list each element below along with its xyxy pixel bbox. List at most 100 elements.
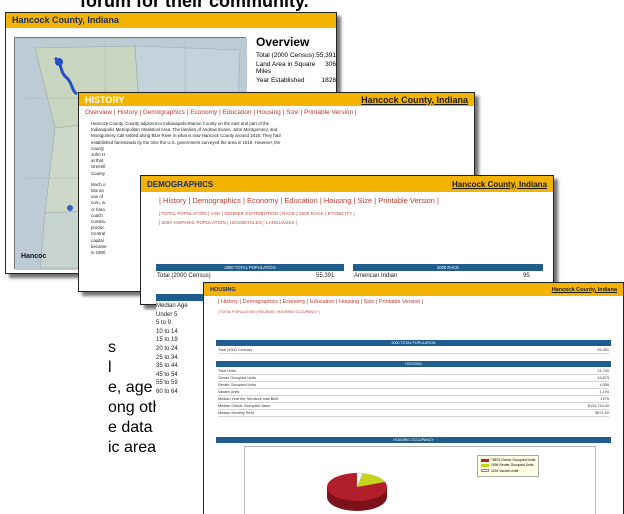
- overview-label: Year Established: [256, 77, 305, 84]
- nav-printable[interactable]: Printable Version: [304, 109, 353, 116]
- map-caption: Hancoc: [21, 253, 47, 260]
- age-label: Median Age: [156, 303, 188, 309]
- subnav-link[interactable]: LANGUAGES: [266, 220, 295, 225]
- age-label: 45 to 54: [156, 371, 178, 378]
- age-label: 55 to 59: [156, 380, 178, 387]
- demographics-subnav: | TOTAL POPULATION | AGE | GENDER DISTRI…: [159, 211, 355, 216]
- row-value: $124,744.00: [587, 404, 609, 408]
- subnav-link[interactable]: HOUSEHOLDS: [230, 220, 262, 225]
- housing-nav: | History | Demographics | Economy | Edu…: [218, 299, 424, 305]
- demographics-title: DEMOGRAPHICS: [147, 179, 214, 189]
- race-header: 2000 RACE: [353, 264, 543, 271]
- total-population-header: 2000 TOTAL POPULATION: [156, 264, 344, 271]
- age-label: 5 to 9: [156, 320, 172, 327]
- housing-header: HOUSING: [216, 361, 611, 367]
- total-population-value: 55,391: [316, 273, 335, 279]
- legend-label: 1896 Renter Occupied Units: [491, 463, 534, 468]
- subnav-link[interactable]: RACE: [282, 211, 295, 216]
- row-value: 4,058: [599, 383, 609, 387]
- overview-value: 1828: [321, 77, 336, 84]
- overview-value: 55,391: [316, 52, 336, 59]
- age-label: 35 to 44: [156, 363, 178, 370]
- population-row: Total (2000 Census) 55,391: [218, 348, 609, 354]
- housing-subnav: | TOTAL POPULATION | HOUSING | HOUSING O…: [218, 310, 320, 314]
- nav-housing[interactable]: Housing: [324, 196, 352, 205]
- age-label: 15 to 19: [156, 337, 178, 344]
- nav-history[interactable]: History: [221, 299, 238, 305]
- housing-title-bar: HOUSING Hancock County, Indiana: [204, 283, 623, 296]
- row-value: 16,873: [597, 376, 609, 380]
- subnav-link[interactable]: TOTAL POPULATION: [162, 211, 207, 216]
- demographics-county-link[interactable]: Hancock County, Indiana: [452, 180, 547, 189]
- housing-card: HOUSING Hancock County, Indiana | Histor…: [203, 282, 624, 514]
- demographics-title-bar: DEMOGRAPHICS Hancock County, Indiana: [141, 176, 553, 192]
- age-label: Under 5: [156, 311, 178, 318]
- demographics-subnav-2: | 2000 HISPANIC POPULATION | HOUSEHOLDS …: [159, 220, 298, 225]
- history-title-bar: HISTORY Hancock County, Indiana: [79, 93, 474, 106]
- row-value: 1975: [600, 397, 609, 401]
- nav-overview[interactable]: Overview: [85, 109, 112, 116]
- nav-size[interactable]: Size: [358, 196, 373, 205]
- subnav-link[interactable]: HOUSING OCCUPANCY: [278, 310, 318, 314]
- housing-row: Renter Occupied Units 4,058: [218, 383, 609, 389]
- nav-economy[interactable]: Economy: [190, 109, 217, 116]
- overview-label: Land Area in Square Miles: [256, 61, 316, 75]
- history-nav: Overview | History | Demographics | Econ…: [85, 109, 357, 116]
- row-label: Median Owner Occupied Value: [218, 404, 271, 408]
- history-county-link[interactable]: Hancock County, Indiana: [361, 95, 468, 105]
- occupancy-legend: 78875 Owner Occupied Units 1896 Renter O…: [477, 455, 540, 478]
- subnav-link[interactable]: ETHNICITY: [328, 211, 352, 216]
- row-label: Total Units: [218, 369, 236, 373]
- nav-education[interactable]: Education: [310, 299, 334, 305]
- housing-title: HOUSING: [210, 286, 236, 293]
- race-label: American Indian: [354, 273, 398, 279]
- legend-label: 78875 Owner Occupied Units: [491, 458, 536, 462]
- subnav-link[interactable]: TOTAL POPULATION: [220, 310, 255, 314]
- nav-economy[interactable]: Economy: [283, 299, 306, 305]
- housing-row: Median Year the Structure was Built 1975: [218, 397, 609, 403]
- legend-item: 1194 Vacant Units: [481, 469, 535, 474]
- nav-demographics[interactable]: Demographics: [243, 299, 278, 305]
- nav-housing[interactable]: Housing: [339, 299, 359, 305]
- overview-title: Hancock County, Indiana: [6, 13, 336, 28]
- nav-economy[interactable]: Economy: [247, 196, 278, 205]
- row-value: $571.00: [595, 411, 609, 415]
- legend-swatch: [481, 469, 489, 473]
- total-population-label: Total (2000 Census): [157, 273, 211, 279]
- nav-demographics[interactable]: Demographics: [143, 109, 185, 116]
- age-label: 20 to 24: [156, 345, 178, 352]
- nav-history[interactable]: History: [163, 196, 186, 205]
- nav-printable[interactable]: Printable Version: [378, 196, 435, 205]
- nav-housing[interactable]: Housing: [257, 109, 281, 116]
- row-value: 21,750: [597, 369, 609, 373]
- nav-demographics[interactable]: Demographics: [193, 196, 241, 205]
- nav-printable[interactable]: Printable Version: [379, 299, 421, 305]
- legend-swatch: [481, 464, 489, 468]
- subnav-link[interactable]: AGE: [211, 211, 221, 216]
- housing-row: Total Units 21,750: [218, 369, 609, 375]
- subnav-link[interactable]: HOUSING: [258, 310, 275, 314]
- history-title: HISTORY: [85, 94, 125, 105]
- nav-history[interactable]: History: [117, 109, 137, 116]
- occupancy-chart-panel: 78875 Owner Occupied Units 1896 Renter O…: [244, 446, 596, 514]
- subnav-link[interactable]: GENDER DISTRIBUTION: [224, 211, 278, 216]
- background-heading-fragment: forum for their community.: [80, 0, 309, 11]
- housing-row: Median Owner Occupied Value $124,744.00: [218, 404, 609, 410]
- row-label: Total (2000 Census): [218, 348, 252, 352]
- row-label: Renter Occupied Units: [218, 383, 257, 387]
- nav-size[interactable]: Size: [364, 299, 375, 305]
- housing-county-link[interactable]: Hancock County, Indiana: [552, 287, 617, 293]
- overview-row: Total (2000 Census): 55,391: [256, 52, 336, 59]
- age-label: 25 to 34: [156, 354, 178, 361]
- nav-size[interactable]: Size: [286, 109, 299, 116]
- overview-label: Total (2000 Census):: [256, 52, 316, 59]
- demographics-nav: | History | Demographics | Economy | Edu…: [159, 196, 439, 205]
- subnav-link[interactable]: 2000 HISPANIC POPULATION: [162, 220, 226, 225]
- overview-row: Land Area in Square Miles 306: [256, 61, 336, 75]
- nav-education[interactable]: Education: [223, 109, 252, 116]
- age-label-column: Median Age Under 5 5 to 9 10 to 14 15 to…: [156, 302, 206, 502]
- nav-education[interactable]: Education: [284, 196, 317, 205]
- race-value: 95: [523, 273, 530, 279]
- subnav-link[interactable]: 2000 RACE: [299, 211, 324, 216]
- overview-row: Year Established 1828: [256, 77, 336, 84]
